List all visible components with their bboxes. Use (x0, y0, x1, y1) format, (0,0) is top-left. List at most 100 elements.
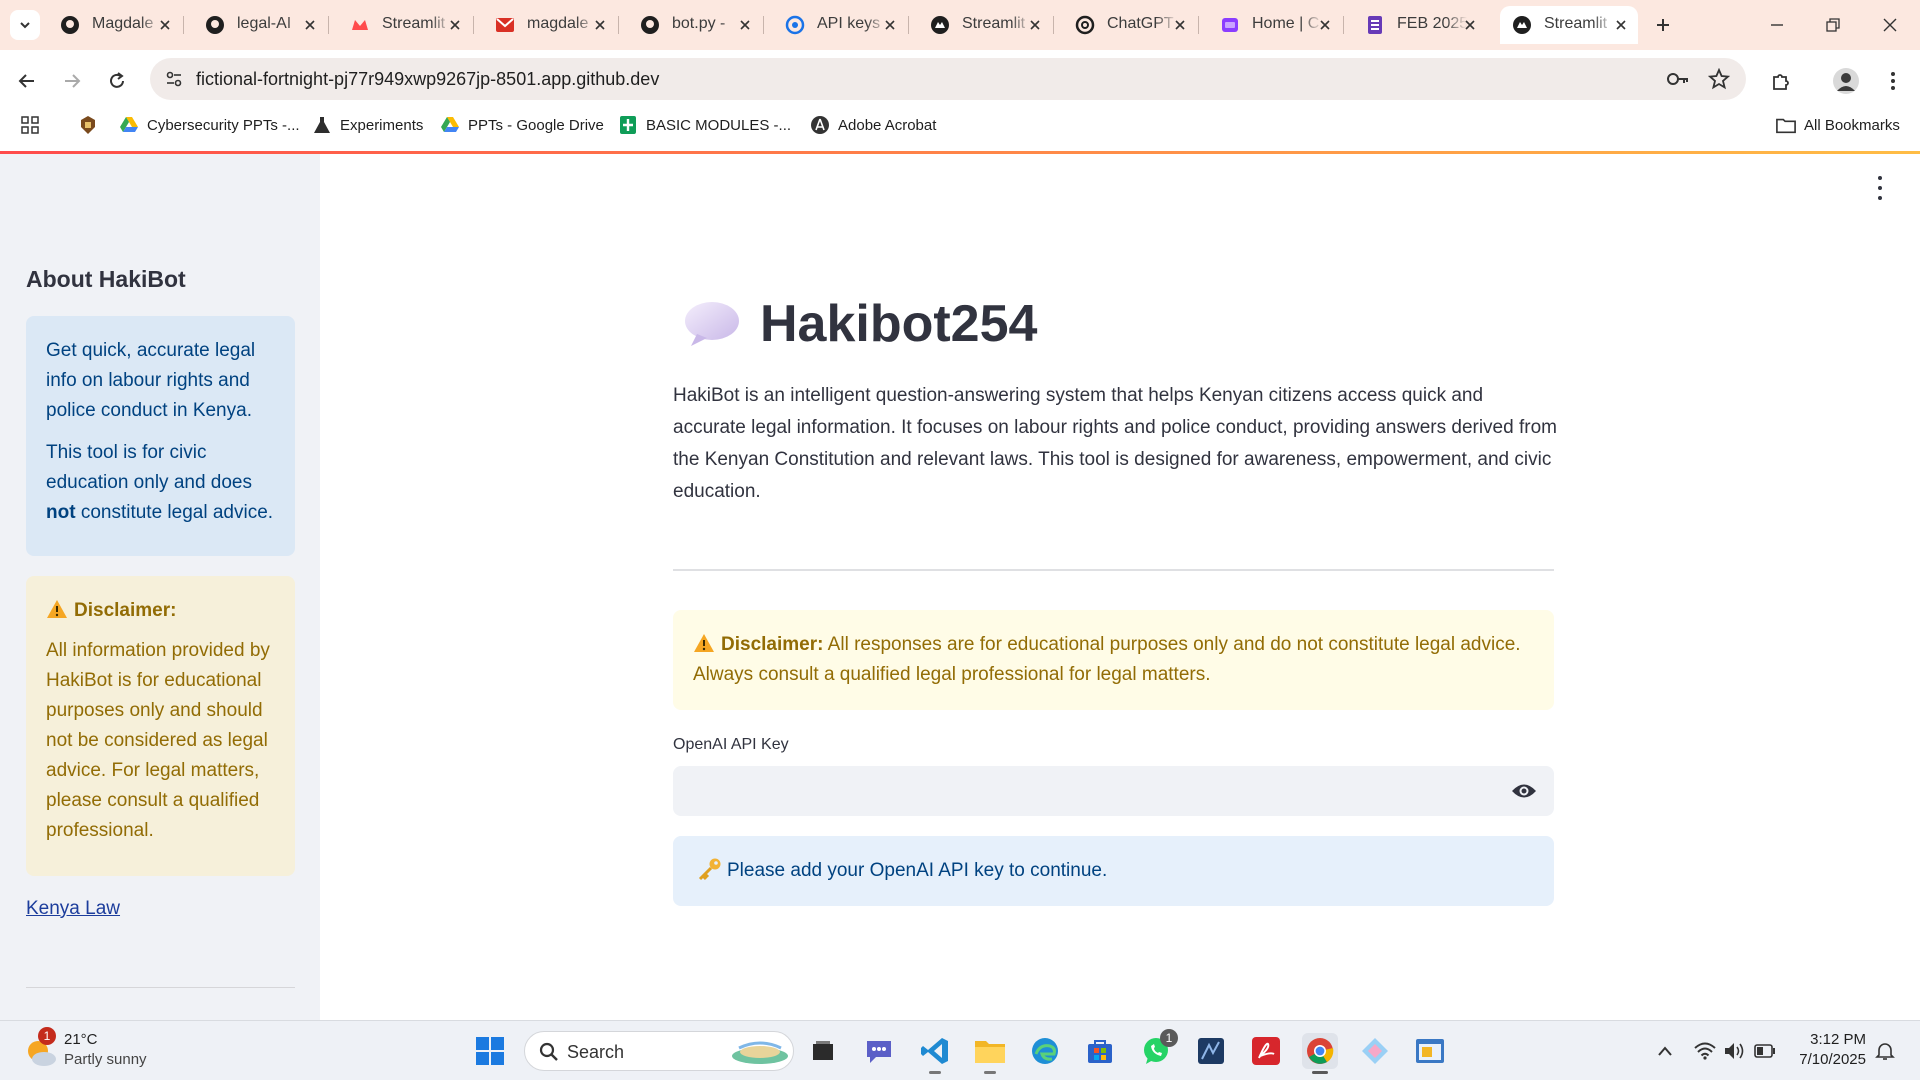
api-key-input[interactable] (673, 766, 1493, 816)
browser-tab[interactable]: ChatGPT (1063, 6, 1197, 44)
close-icon[interactable] (446, 16, 464, 34)
password-key-icon[interactable] (1666, 68, 1690, 95)
tab-separator (183, 16, 184, 34)
all-bookmarks-button[interactable]: All Bookmarks (1776, 112, 1900, 138)
extensions-button[interactable] (1764, 64, 1798, 98)
clock-time[interactable]: 3:12 PM (1780, 1031, 1866, 1048)
sidebar-info-box: Get quick, accurate legal info on labour… (26, 316, 295, 556)
kenya-law-link[interactable]: Kenya Law (26, 898, 120, 920)
bell-settings-icon (1875, 1043, 1895, 1060)
clock-date[interactable]: 7/10/2025 (1780, 1051, 1866, 1068)
arrow-right-icon (65, 74, 81, 88)
edge-app[interactable] (1027, 1033, 1063, 1069)
sheets-icon (618, 115, 638, 135)
store-app[interactable] (1082, 1033, 1118, 1069)
all-bookmarks-label: All Bookmarks (1804, 116, 1900, 134)
tab-title: Streamlit (382, 15, 446, 32)
browser-tab[interactable]: FEB 2025 (1353, 6, 1487, 44)
notification-center[interactable] (1872, 1039, 1898, 1063)
volume-control[interactable] (1722, 1039, 1748, 1063)
forward-button[interactable] (55, 64, 89, 98)
bookmark-star-icon[interactable] (1707, 67, 1731, 95)
site-info-icon[interactable] (164, 69, 184, 94)
tab-separator (618, 16, 619, 34)
close-icon[interactable] (1461, 16, 1479, 34)
battery-status[interactable] (1752, 1039, 1778, 1063)
weather-widget[interactable]: 1 (24, 1027, 60, 1069)
chat-icon (867, 1041, 891, 1063)
bookmark-item[interactable]: BASIC MODULES -... (618, 112, 791, 138)
task-view-icon (813, 1041, 833, 1060)
search-highlight-icon (732, 1041, 788, 1064)
tool-app[interactable] (1357, 1033, 1393, 1069)
profile-avatar[interactable] (1829, 64, 1863, 98)
browser-tab[interactable]: Streamlit (338, 6, 472, 44)
flask-icon (312, 115, 332, 135)
close-icon[interactable] (156, 16, 174, 34)
start-button[interactable] (472, 1033, 508, 1069)
acrobat-app[interactable] (1248, 1033, 1284, 1069)
store-icon (1088, 1040, 1112, 1063)
teams-chat-app[interactable] (861, 1033, 897, 1069)
sidebar: About HakiBot Get quick, accurate legal … (0, 154, 320, 1020)
puzzle-icon (1773, 74, 1789, 90)
wifi-status[interactable] (1692, 1039, 1718, 1063)
close-icon[interactable] (1612, 16, 1630, 34)
tab-search-button[interactable] (10, 10, 40, 40)
show-hidden-icons[interactable] (1652, 1039, 1678, 1063)
browser-tab[interactable]: magdale (483, 6, 617, 44)
close-window-button[interactable] (1870, 10, 1910, 40)
close-icon[interactable] (881, 16, 899, 34)
close-icon[interactable] (591, 16, 609, 34)
taskbar-search[interactable]: Search (524, 1031, 794, 1071)
minimize-icon (1771, 24, 1783, 26)
browser-tab-active[interactable]: Streamlit (1500, 6, 1638, 44)
apps-grid-icon (20, 115, 40, 135)
chrome-app[interactable] (1302, 1033, 1338, 1074)
windows-app[interactable] (1412, 1033, 1448, 1069)
browser-tab[interactable]: Home | C (1208, 6, 1342, 44)
new-tab-button[interactable] (1643, 10, 1683, 40)
apps-shortcut[interactable] (20, 112, 48, 138)
battery-icon (1754, 1044, 1775, 1058)
close-icon[interactable] (301, 16, 319, 34)
close-icon[interactable] (1171, 16, 1189, 34)
tab-separator (473, 16, 474, 34)
app-main-menu-button[interactable] (1870, 176, 1890, 200)
browser-tab[interactable]: Magdale (48, 6, 182, 44)
search-placeholder: Search (567, 1042, 625, 1062)
streamlit-icon (350, 15, 370, 35)
whatsapp-app[interactable]: 1 (1138, 1029, 1178, 1069)
bookmark-item[interactable]: PPTs - Google Drive (440, 112, 604, 138)
close-icon[interactable] (1316, 16, 1334, 34)
restore-button[interactable] (1813, 10, 1853, 40)
reload-button[interactable] (100, 64, 134, 98)
browser-tab[interactable]: legal-AI (193, 6, 327, 44)
network-tool-app[interactable] (1193, 1033, 1229, 1069)
close-icon[interactable] (1026, 16, 1044, 34)
browser-tab[interactable]: Streamlit (918, 6, 1052, 44)
file-explorer-app[interactable] (972, 1033, 1008, 1074)
browser-menu-button[interactable] (1876, 64, 1910, 98)
emblem-icon (78, 115, 98, 135)
vscode-app[interactable] (917, 1033, 953, 1074)
bookmark-item[interactable]: Experiments (312, 112, 423, 138)
back-button[interactable] (10, 64, 44, 98)
disclaimer-body: All information provided by HakiBot is f… (46, 640, 270, 841)
info-paragraph: Get quick, accurate legal info on labour… (46, 340, 256, 421)
tab-title: FEB 2025 (1397, 15, 1467, 32)
tab-title: Home | C (1252, 15, 1320, 32)
task-view-button[interactable] (805, 1033, 841, 1069)
show-password-button[interactable] (1493, 766, 1554, 816)
bookmark-item[interactable]: Cybersecurity PPTs -... (119, 112, 300, 138)
close-icon[interactable] (736, 16, 754, 34)
bookmark-emblem[interactable] (78, 112, 106, 138)
browser-tab[interactable]: bot.py - (628, 6, 762, 44)
chatgpt-icon (1075, 15, 1095, 35)
browser-tab[interactable]: API keys (773, 6, 907, 44)
bookmark-item[interactable]: Adobe Acrobat (810, 112, 936, 138)
address-bar[interactable]: fictional-fortnight-pj77r949xwp9267jp-85… (150, 58, 1746, 100)
browser-toolbar: fictional-fortnight-pj77r949xwp9267jp-85… (0, 50, 1920, 158)
minimize-button[interactable] (1757, 10, 1797, 40)
info-text-bold: not (46, 502, 76, 523)
